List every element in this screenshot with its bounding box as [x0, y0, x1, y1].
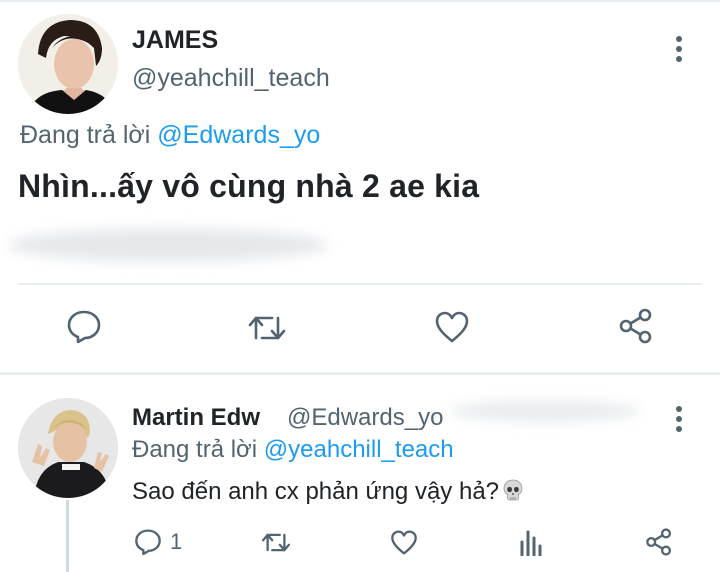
- blurred-region: [8, 228, 328, 262]
- skull-icon: [503, 479, 523, 501]
- tweet-text-content: Sao đến anh cx phản ứng vậy hả?: [132, 478, 500, 505]
- like-button[interactable]: [390, 529, 418, 556]
- author-handle[interactable]: @Edwards_yo: [287, 404, 443, 432]
- heart-icon: [435, 311, 469, 343]
- share-button[interactable]: [618, 308, 654, 344]
- reply-count: 1: [170, 528, 183, 554]
- profile-photo: [18, 398, 118, 498]
- reply-to-link[interactable]: @yeahchill_teach: [264, 436, 454, 463]
- bar-chart-icon: [520, 530, 542, 556]
- author-name[interactable]: JAMES: [132, 26, 218, 55]
- author-name[interactable]: Martin Edw: [132, 404, 260, 432]
- divider: [18, 283, 702, 285]
- retweet-button[interactable]: [260, 530, 292, 555]
- blurred-region: [450, 400, 640, 422]
- author-handle[interactable]: @yeahchill_teach: [132, 64, 330, 93]
- reply-prefix: Đang trả lời: [20, 121, 151, 149]
- profile-photo: [18, 14, 118, 114]
- share-icon: [646, 528, 672, 556]
- tweet-text: Sao đến anh cx phản ứng vậy hả?: [132, 478, 525, 506]
- more-options-icon[interactable]: [674, 406, 684, 436]
- reply-prefix: Đang trả lời: [132, 436, 258, 463]
- heart-icon: [391, 530, 417, 555]
- share-button[interactable]: [645, 528, 673, 556]
- reply-button[interactable]: [66, 309, 102, 343]
- retweet-icon: [261, 533, 291, 552]
- avatar[interactable]: [18, 14, 118, 114]
- tweet-text: Nhìn...ấy vô cùng nhà 2 ae kia: [18, 168, 480, 204]
- replying-to: Đang trả lời @Edwards_yo: [20, 121, 320, 150]
- share-icon: [619, 308, 652, 344]
- analytics-button[interactable]: [518, 528, 544, 556]
- top-divider: [0, 0, 720, 2]
- section-divider: [0, 372, 720, 375]
- avatar[interactable]: [18, 398, 118, 498]
- thread-line: [66, 500, 69, 572]
- like-button[interactable]: [434, 310, 470, 344]
- retweet-icon: [248, 316, 286, 340]
- retweet-button[interactable]: [246, 312, 288, 344]
- replying-to: Đang trả lời @yeahchill_teach: [132, 436, 454, 464]
- reply-button[interactable]: 1: [134, 528, 182, 555]
- comment-icon: [135, 529, 161, 555]
- comment-icon: [67, 310, 101, 343]
- more-options-icon[interactable]: [674, 36, 684, 66]
- reply-to-link[interactable]: @Edwards_yo: [157, 121, 320, 149]
